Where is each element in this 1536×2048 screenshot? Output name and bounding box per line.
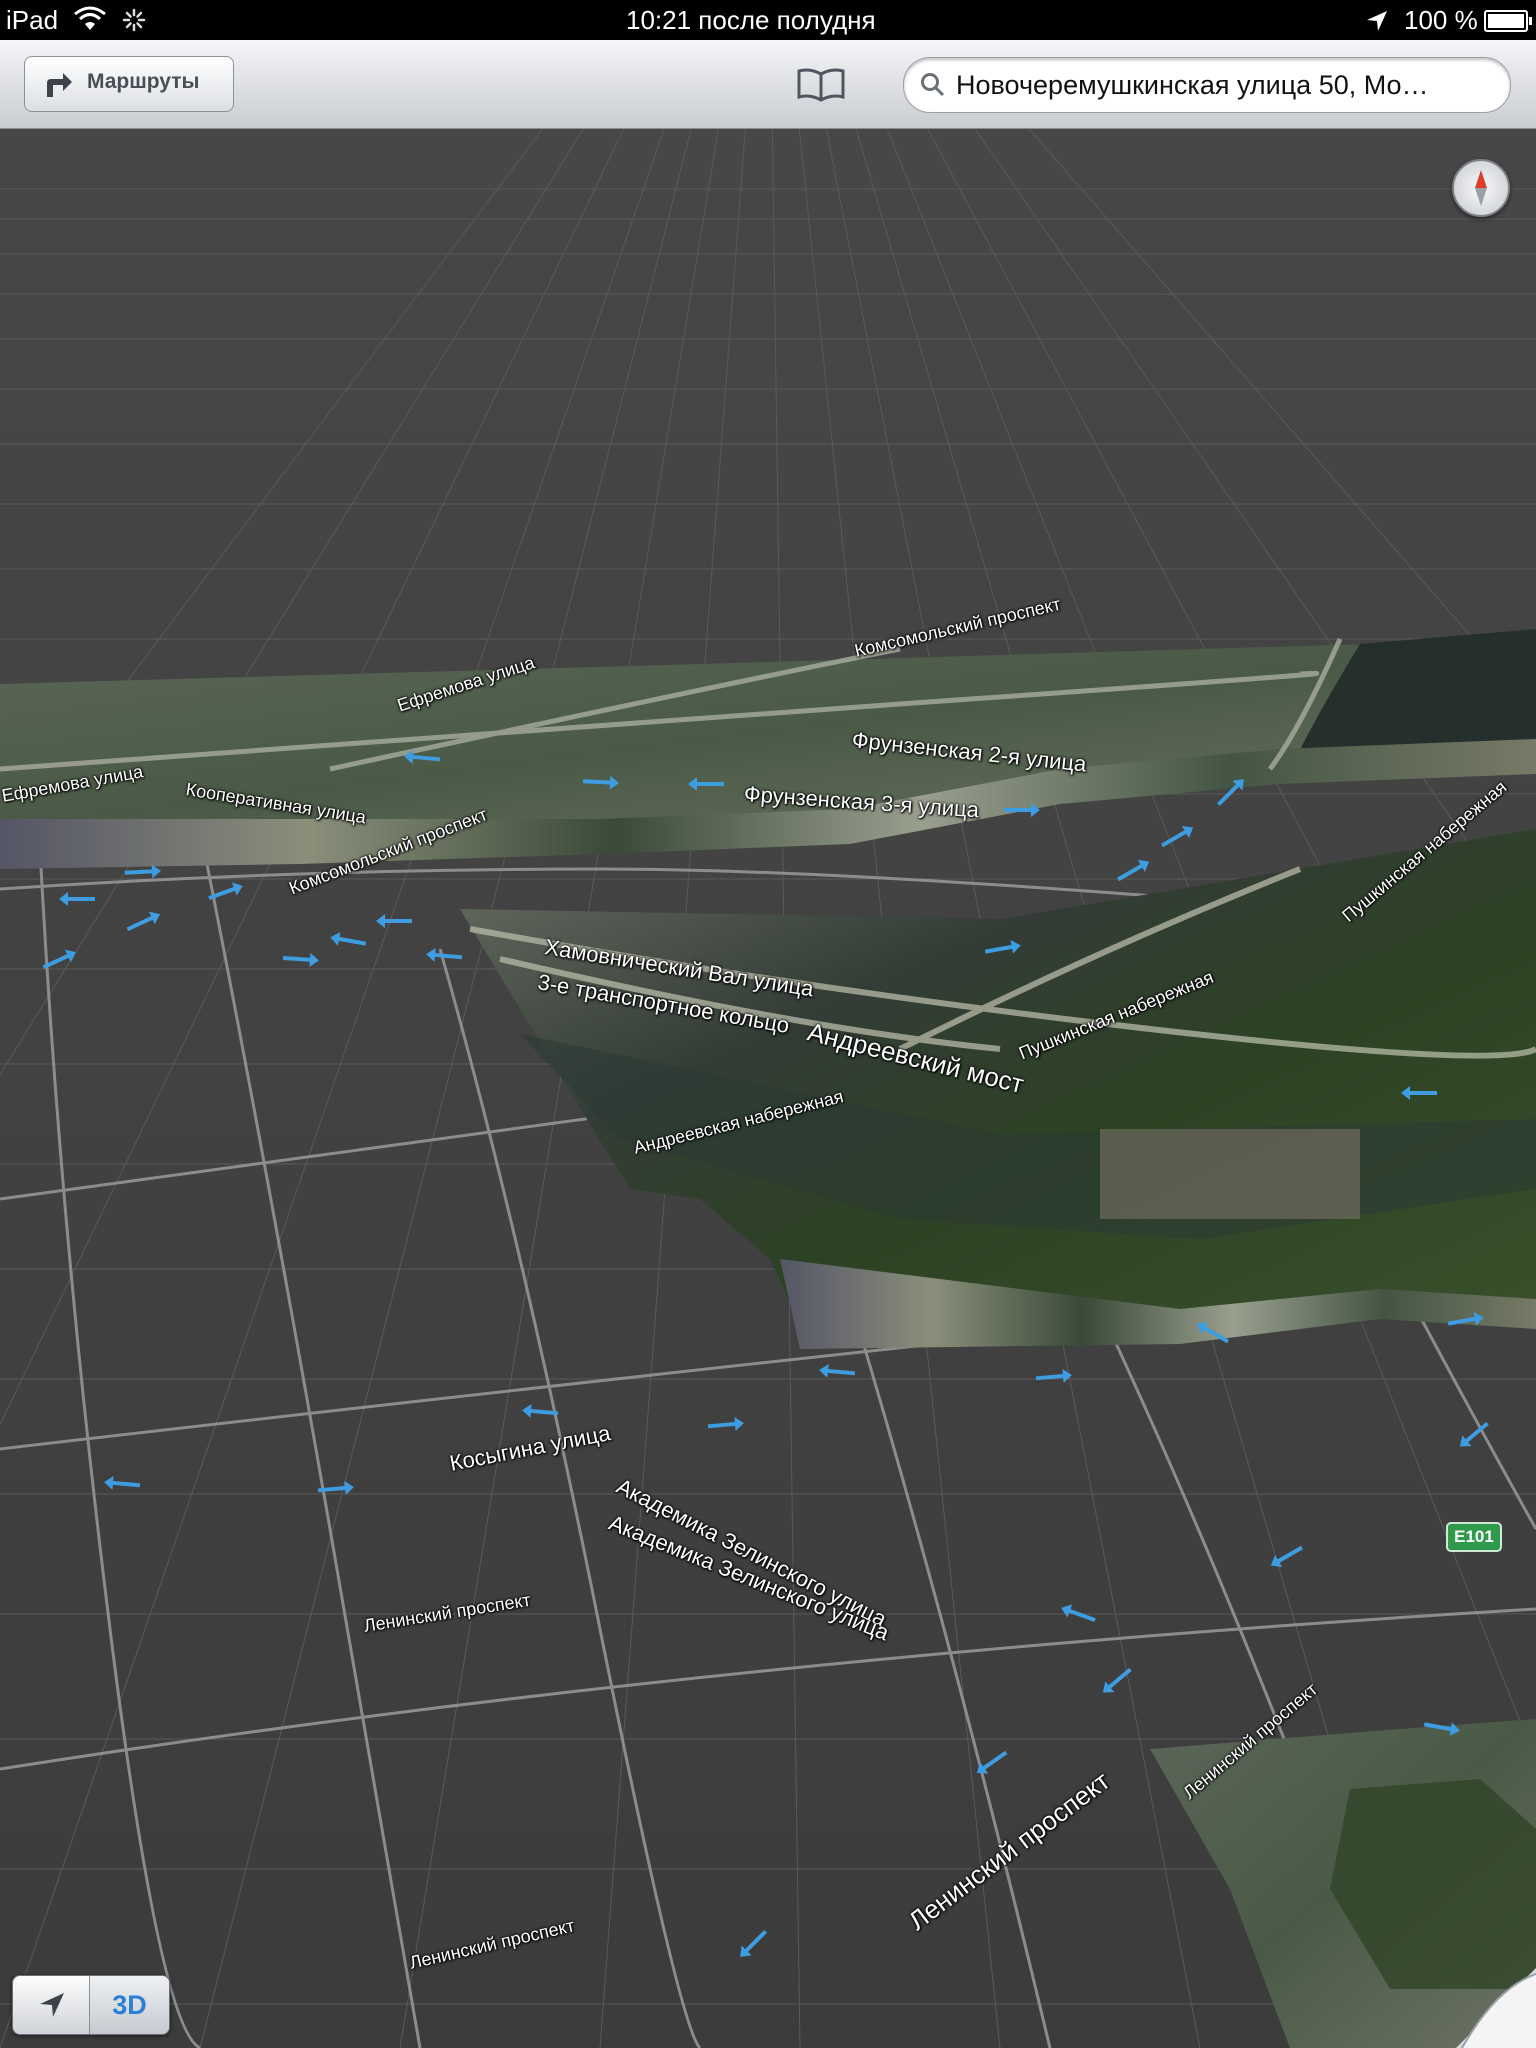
page-curl-icon: [1456, 1968, 1536, 2048]
location-arrow-icon: [1366, 10, 1388, 37]
traffic-arrow: [694, 782, 724, 786]
compass-icon: [1469, 170, 1493, 211]
directions-arrow-icon: [43, 71, 73, 102]
map-canvas: [0, 129, 1536, 2048]
locate-me-button[interactable]: [13, 1976, 90, 2034]
map-view[interactable]: Комсомольский проспект Ефремова улица Фр…: [0, 129, 1536, 2048]
directions-label: Маршруты: [87, 70, 200, 93]
traffic-arrow: [382, 919, 412, 923]
battery-percent: 100 %: [1404, 5, 1478, 35]
highway-badge: E101: [1446, 1522, 1502, 1552]
battery-icon: [1484, 10, 1532, 32]
compass-button[interactable]: [1452, 159, 1510, 217]
traffic-arrow: [65, 897, 95, 901]
search-input-value: Новочеремушкинская улица 50, Мо…: [956, 70, 1429, 100]
wifi-icon: [74, 6, 106, 37]
status-time: 10:21 после полудня: [626, 5, 876, 35]
status-bar: iPad 10:21 после полудня 100 %: [0, 0, 1536, 40]
bookmarks-book-icon[interactable]: [796, 66, 846, 107]
3d-toggle-label: 3D: [112, 1990, 147, 2020]
map-controls: 3D: [12, 1975, 170, 2035]
traffic-arrow: [1004, 803, 1040, 817]
device-name: iPad: [6, 5, 59, 35]
maps-toolbar: Маршруты Новочеремушкинская улица 50, Мо…: [0, 40, 1536, 129]
traffic-arrow: [1407, 1091, 1437, 1095]
search-field[interactable]: Новочеремушкинская улица 50, Мо…: [903, 57, 1511, 113]
activity-spinner-icon: [122, 8, 146, 37]
directions-button[interactable]: Маршруты: [24, 56, 234, 112]
locate-me-icon: [39, 1992, 65, 2023]
page-curl-button[interactable]: [1456, 1968, 1536, 2048]
highway-badge-label: E101: [1454, 1527, 1494, 1546]
search-icon: [920, 72, 946, 103]
3d-toggle-button[interactable]: 3D: [90, 1976, 169, 2034]
